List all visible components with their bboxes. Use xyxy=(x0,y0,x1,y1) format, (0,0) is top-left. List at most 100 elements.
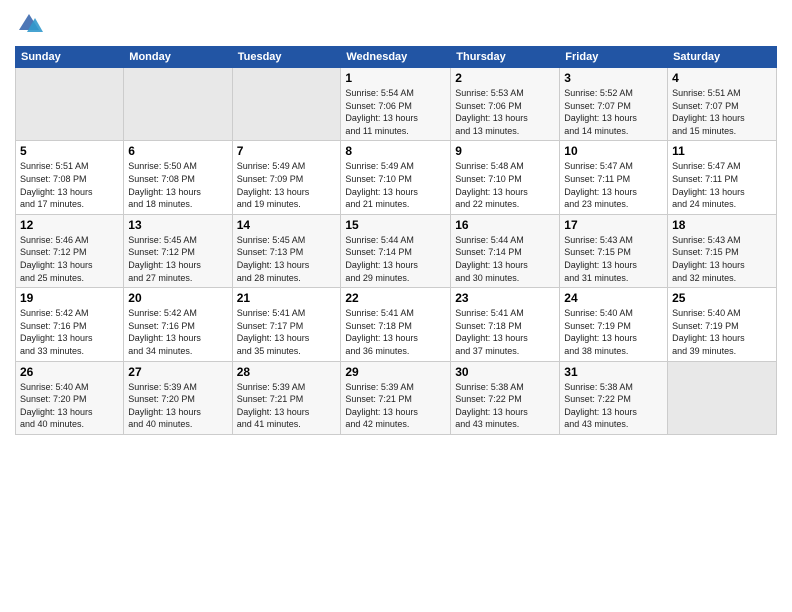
calendar-cell: 1Sunrise: 5:54 AM Sunset: 7:06 PM Daylig… xyxy=(341,68,451,141)
day-info: Sunrise: 5:51 AM Sunset: 7:07 PM Dayligh… xyxy=(672,87,772,137)
day-header-sunday: Sunday xyxy=(16,47,124,68)
day-info: Sunrise: 5:51 AM Sunset: 7:08 PM Dayligh… xyxy=(20,160,119,210)
day-header-monday: Monday xyxy=(124,47,232,68)
day-number: 22 xyxy=(345,291,446,305)
logo xyxy=(15,10,46,38)
calendar-week-row: 26 Sunrise: 5:40 AM Sunset: 7:20 PM Dayli… xyxy=(16,361,777,434)
day-number: 26 xyxy=(20,365,119,379)
calendar-cell: 4 Sunrise: 5:51 AM Sunset: 7:07 PM Daylig… xyxy=(668,68,777,141)
day-number: 28 xyxy=(237,365,337,379)
calendar-cell xyxy=(668,361,777,434)
day-number: 20 xyxy=(128,291,227,305)
day-info: Sunrise: 5:45 AM Sunset: 7:13 PM Dayligh… xyxy=(237,234,337,284)
day-header-friday: Friday xyxy=(560,47,668,68)
day-number: 24 xyxy=(564,291,663,305)
day-info: Sunrise: 5:38 AM Sunset: 7:22 PM Dayligh… xyxy=(455,381,555,431)
day-info: Sunrise: 5:54 AM Sunset: 7:06 PM Dayligh… xyxy=(345,87,446,137)
calendar-cell: 8 Sunrise: 5:49 AM Sunset: 7:10 PM Daylig… xyxy=(341,141,451,214)
logo-icon xyxy=(15,10,43,38)
calendar-cell: 15 Sunrise: 5:44 AM Sunset: 7:14 PM Dayli… xyxy=(341,214,451,287)
calendar-cell: 9 Sunrise: 5:48 AM Sunset: 7:10 PM Daylig… xyxy=(451,141,560,214)
day-info: Sunrise: 5:39 AM Sunset: 7:21 PM Dayligh… xyxy=(345,381,446,431)
day-number: 16 xyxy=(455,218,555,232)
calendar-cell: 16Sunrise: 5:44 AM Sunset: 7:14 PM Dayli… xyxy=(451,214,560,287)
day-number: 18 xyxy=(672,218,772,232)
calendar-cell: 27 Sunrise: 5:39 AM Sunset: 7:20 PM Dayli… xyxy=(124,361,232,434)
day-number: 21 xyxy=(237,291,337,305)
day-number: 5 xyxy=(20,144,119,158)
day-number: 8 xyxy=(345,144,446,158)
day-info: Sunrise: 5:43 AM Sunset: 7:15 PM Dayligh… xyxy=(672,234,772,284)
day-header-saturday: Saturday xyxy=(668,47,777,68)
calendar-cell: 20 Sunrise: 5:42 AM Sunset: 7:16 PM Dayli… xyxy=(124,288,232,361)
day-number: 9 xyxy=(455,144,555,158)
day-info: Sunrise: 5:42 AM Sunset: 7:16 PM Dayligh… xyxy=(20,307,119,357)
calendar-cell: 24 Sunrise: 5:40 AM Sunset: 7:19 PM Dayli… xyxy=(560,288,668,361)
day-info: Sunrise: 5:50 AM Sunset: 7:08 PM Dayligh… xyxy=(128,160,227,210)
calendar-cell: 6 Sunrise: 5:50 AM Sunset: 7:08 PM Daylig… xyxy=(124,141,232,214)
calendar-cell: 5 Sunrise: 5:51 AM Sunset: 7:08 PM Daylig… xyxy=(16,141,124,214)
day-header-wednesday: Wednesday xyxy=(341,47,451,68)
day-info: Sunrise: 5:39 AM Sunset: 7:21 PM Dayligh… xyxy=(237,381,337,431)
day-number: 27 xyxy=(128,365,227,379)
day-info: Sunrise: 5:49 AM Sunset: 7:09 PM Dayligh… xyxy=(237,160,337,210)
day-info: Sunrise: 5:41 AM Sunset: 7:17 PM Dayligh… xyxy=(237,307,337,357)
day-info: Sunrise: 5:41 AM Sunset: 7:18 PM Dayligh… xyxy=(345,307,446,357)
day-info: Sunrise: 5:38 AM Sunset: 7:22 PM Dayligh… xyxy=(564,381,663,431)
day-number: 6 xyxy=(128,144,227,158)
calendar-cell: 11 Sunrise: 5:47 AM Sunset: 7:11 PM Dayli… xyxy=(668,141,777,214)
day-number: 12 xyxy=(20,218,119,232)
day-number: 3 xyxy=(564,71,663,85)
day-info: Sunrise: 5:43 AM Sunset: 7:15 PM Dayligh… xyxy=(564,234,663,284)
calendar-cell xyxy=(124,68,232,141)
calendar-week-row: 1Sunrise: 5:54 AM Sunset: 7:06 PM Daylig… xyxy=(16,68,777,141)
calendar-week-row: 5 Sunrise: 5:51 AM Sunset: 7:08 PM Daylig… xyxy=(16,141,777,214)
page-header xyxy=(15,10,777,38)
day-number: 17 xyxy=(564,218,663,232)
day-info: Sunrise: 5:45 AM Sunset: 7:12 PM Dayligh… xyxy=(128,234,227,284)
calendar-cell xyxy=(232,68,341,141)
calendar-cell: 22 Sunrise: 5:41 AM Sunset: 7:18 PM Dayli… xyxy=(341,288,451,361)
day-header-thursday: Thursday xyxy=(451,47,560,68)
day-info: Sunrise: 5:40 AM Sunset: 7:19 PM Dayligh… xyxy=(672,307,772,357)
calendar-cell: 14Sunrise: 5:45 AM Sunset: 7:13 PM Dayli… xyxy=(232,214,341,287)
day-info: Sunrise: 5:40 AM Sunset: 7:20 PM Dayligh… xyxy=(20,381,119,431)
day-info: Sunrise: 5:39 AM Sunset: 7:20 PM Dayligh… xyxy=(128,381,227,431)
day-number: 7 xyxy=(237,144,337,158)
day-number: 2 xyxy=(455,71,555,85)
calendar-week-row: 19Sunrise: 5:42 AM Sunset: 7:16 PM Dayli… xyxy=(16,288,777,361)
calendar-cell: 26 Sunrise: 5:40 AM Sunset: 7:20 PM Dayli… xyxy=(16,361,124,434)
calendar-cell xyxy=(16,68,124,141)
day-info: Sunrise: 5:44 AM Sunset: 7:14 PM Dayligh… xyxy=(345,234,446,284)
day-number: 4 xyxy=(672,71,772,85)
calendar-cell: 23Sunrise: 5:41 AM Sunset: 7:18 PM Dayli… xyxy=(451,288,560,361)
day-info: Sunrise: 5:47 AM Sunset: 7:11 PM Dayligh… xyxy=(564,160,663,210)
day-number: 30 xyxy=(455,365,555,379)
day-info: Sunrise: 5:48 AM Sunset: 7:10 PM Dayligh… xyxy=(455,160,555,210)
calendar-cell: 12Sunrise: 5:46 AM Sunset: 7:12 PM Dayli… xyxy=(16,214,124,287)
day-info: Sunrise: 5:53 AM Sunset: 7:06 PM Dayligh… xyxy=(455,87,555,137)
calendar-cell: 3 Sunrise: 5:52 AM Sunset: 7:07 PM Daylig… xyxy=(560,68,668,141)
day-number: 29 xyxy=(345,365,446,379)
day-header-tuesday: Tuesday xyxy=(232,47,341,68)
day-info: Sunrise: 5:40 AM Sunset: 7:19 PM Dayligh… xyxy=(564,307,663,357)
calendar-cell: 7 Sunrise: 5:49 AM Sunset: 7:09 PM Daylig… xyxy=(232,141,341,214)
calendar-cell: 10 Sunrise: 5:47 AM Sunset: 7:11 PM Dayli… xyxy=(560,141,668,214)
calendar-cell: 17 Sunrise: 5:43 AM Sunset: 7:15 PM Dayli… xyxy=(560,214,668,287)
day-info: Sunrise: 5:47 AM Sunset: 7:11 PM Dayligh… xyxy=(672,160,772,210)
calendar-cell: 18 Sunrise: 5:43 AM Sunset: 7:15 PM Dayli… xyxy=(668,214,777,287)
day-number: 31 xyxy=(564,365,663,379)
calendar-cell: 31 Sunrise: 5:38 AM Sunset: 7:22 PM Dayli… xyxy=(560,361,668,434)
calendar-cell: 25 Sunrise: 5:40 AM Sunset: 7:19 PM Dayli… xyxy=(668,288,777,361)
day-info: Sunrise: 5:42 AM Sunset: 7:16 PM Dayligh… xyxy=(128,307,227,357)
day-number: 10 xyxy=(564,144,663,158)
day-info: Sunrise: 5:52 AM Sunset: 7:07 PM Dayligh… xyxy=(564,87,663,137)
day-info: Sunrise: 5:49 AM Sunset: 7:10 PM Dayligh… xyxy=(345,160,446,210)
day-number: 25 xyxy=(672,291,772,305)
calendar-week-row: 12Sunrise: 5:46 AM Sunset: 7:12 PM Dayli… xyxy=(16,214,777,287)
calendar-header-row: SundayMondayTuesdayWednesdayThursdayFrid… xyxy=(16,47,777,68)
day-number: 11 xyxy=(672,144,772,158)
calendar-page: SundayMondayTuesdayWednesdayThursdayFrid… xyxy=(0,0,792,612)
day-number: 15 xyxy=(345,218,446,232)
day-number: 13 xyxy=(128,218,227,232)
